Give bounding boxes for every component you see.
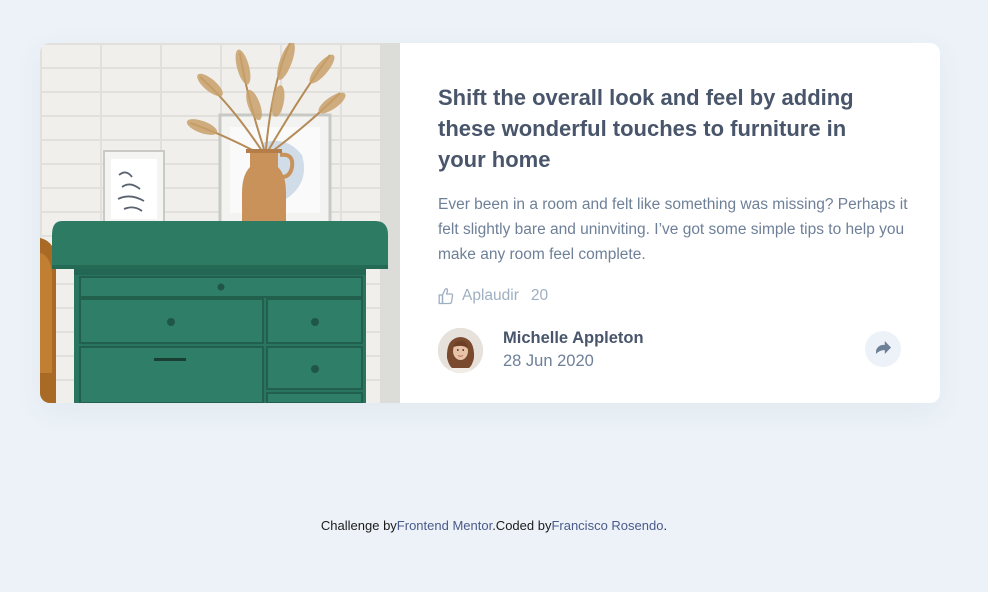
applause-button[interactable]: Aplaudir 20 [438,284,908,308]
author-name: Michelle Appleton [503,329,644,347]
attribution-suffix: . [663,518,668,533]
share-button[interactable] [865,331,901,367]
drawers-illustration [40,43,400,403]
thumbs-up-icon [438,287,454,305]
attribution: Challenge byFrontend Mentor.Coded byFran… [0,518,988,533]
article-card: Shift the overall look and feel by addin… [40,43,940,403]
share-icon [875,341,891,357]
attribution-middle: .Coded by [492,518,552,533]
article-description: Ever been in a room and felt like someth… [438,196,908,263]
drawers-photo [40,43,400,403]
author-text: Michelle Appleton 28 Jun 2020 [503,327,644,373]
applause-label: Aplaudir [462,287,519,304]
article-content: Shift the overall look and feel by addin… [400,43,940,403]
avatar [438,327,483,373]
frontend-mentor-link[interactable]: Frontend Mentor [397,518,492,533]
author-link[interactable]: Francisco Rosendo [551,518,663,533]
publish-date: 28 Jun 2020 [503,352,594,370]
applause-count: 20 [530,287,549,304]
author-info: Michelle Appleton 28 Jun 2020 [438,327,644,373]
article-title[interactable]: Shift the overall look and feel by addin… [438,82,888,175]
attribution-prefix: Challenge by [320,518,397,533]
